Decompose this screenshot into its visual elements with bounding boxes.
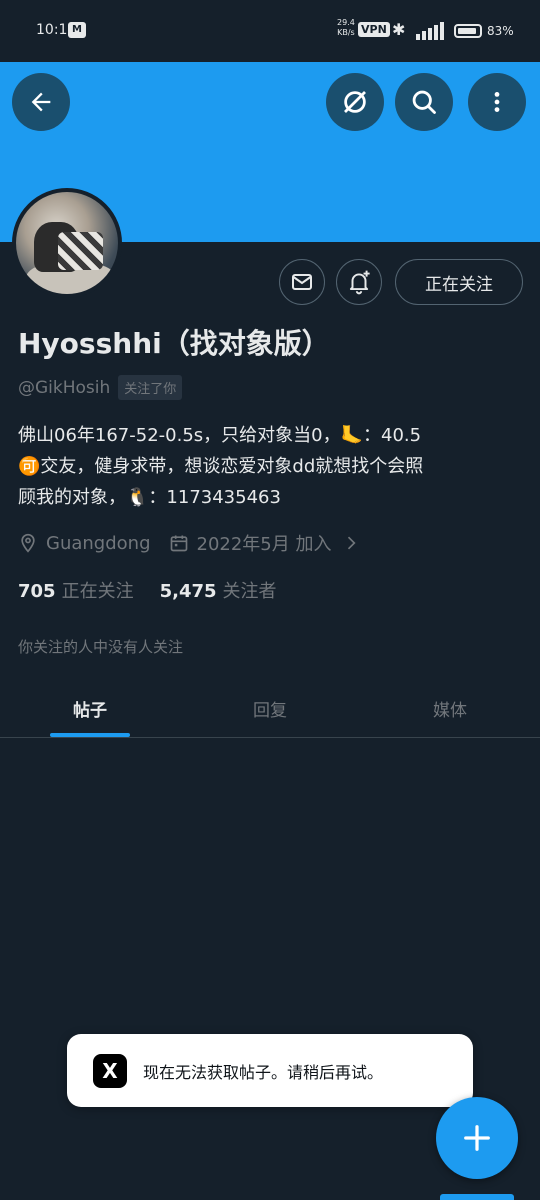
search-icon <box>412 90 436 114</box>
location-pin-icon <box>21 533 35 553</box>
grok-button[interactable] <box>326 73 384 131</box>
compose-button[interactable] <box>436 1097 518 1179</box>
join-date-text: 2022年5月 加入 <box>196 534 332 555</box>
signal-icon <box>416 22 446 40</box>
profile-tabs: 帖子 回复 媒体 <box>0 680 540 738</box>
message-button[interactable] <box>279 259 325 305</box>
battery-icon <box>454 24 482 38</box>
error-toast: X 现在无法获取帖子。请稍后再试。 <box>67 1034 473 1107</box>
grok-icon <box>344 91 366 113</box>
followers-label: 关注者 <box>222 581 277 602</box>
back-button[interactable] <box>12 73 70 131</box>
profile-meta: Guangdong 2022年5月 加入 <box>18 530 387 556</box>
tab-media[interactable]: 媒体 <box>360 680 540 737</box>
toast-message: 现在无法获取帖子。请稍后再试。 <box>143 1062 384 1082</box>
mail-icon <box>292 274 312 290</box>
plus-icon <box>464 1125 490 1151</box>
follows-you-badge: 关注了你 <box>118 375 183 400</box>
location-text: Guangdong <box>46 532 151 554</box>
profile-bio: 佛山06年167-52-0.5s，只给对象当0，🦶：40.5 🉑交友，健身求带，… <box>18 420 518 513</box>
chevron-right-icon <box>348 536 356 550</box>
tab-replies[interactable]: 回复 <box>180 680 360 737</box>
bio-line: 佛山06年167-52-0.5s，只给对象当0，🦶：40.5 <box>18 425 422 446</box>
search-button[interactable] <box>395 73 453 131</box>
x-logo-icon: X <box>93 1053 127 1088</box>
more-vertical-icon <box>494 92 500 112</box>
tab-posts[interactable]: 帖子 <box>0 680 180 737</box>
bell-plus-icon <box>349 270 370 295</box>
gmail-icon: M <box>68 22 86 38</box>
location: Guangdong <box>18 533 151 554</box>
speed-value: 29.4 <box>337 18 355 27</box>
status-bar: 10:16 M 29.4 KB/s VPN ✱ 83% <box>0 0 540 62</box>
follow-counts: 705 正在关注 5,475 关注者 <box>18 577 303 603</box>
arrow-left-icon <box>31 92 51 112</box>
profile-name: Hyosshhi（找对象版） <box>18 327 330 360</box>
notify-button[interactable] <box>336 259 382 305</box>
following-button[interactable]: 正在关注 <box>395 259 523 305</box>
vpn-badge: VPN <box>358 22 390 37</box>
calendar-icon <box>170 535 187 552</box>
join-date[interactable]: 2022年5月 加入 <box>169 530 370 556</box>
following-label: 正在关注 <box>61 581 134 602</box>
handle-row: @GikHosih 关注了你 <box>18 375 183 400</box>
battery-percent: 83% <box>487 24 514 38</box>
avatar[interactable] <box>12 188 122 298</box>
network-speed: 29.4 KB/s <box>337 18 355 38</box>
followers-number: 5,475 <box>159 581 217 602</box>
bluetooth-icon: ✱ <box>392 20 406 39</box>
bottom-bar-edge <box>440 1194 514 1200</box>
active-tab-indicator <box>50 733 130 737</box>
bio-line: 顾我的对象，🐧：1173435463 <box>18 487 281 508</box>
profile-handle: @GikHosih <box>18 377 111 398</box>
following-number: 705 <box>18 581 56 602</box>
followers-count[interactable]: 5,475 关注者 <box>160 577 277 603</box>
mutual-followers-note: 你关注的人中没有人关注 <box>18 638 184 656</box>
bio-line: 🉑交友，健身求带，想谈恋爱对象dd就想找个会照 <box>18 456 424 477</box>
more-button[interactable] <box>468 73 526 131</box>
following-count[interactable]: 705 正在关注 <box>18 577 134 603</box>
speed-unit: KB/s <box>337 28 355 37</box>
